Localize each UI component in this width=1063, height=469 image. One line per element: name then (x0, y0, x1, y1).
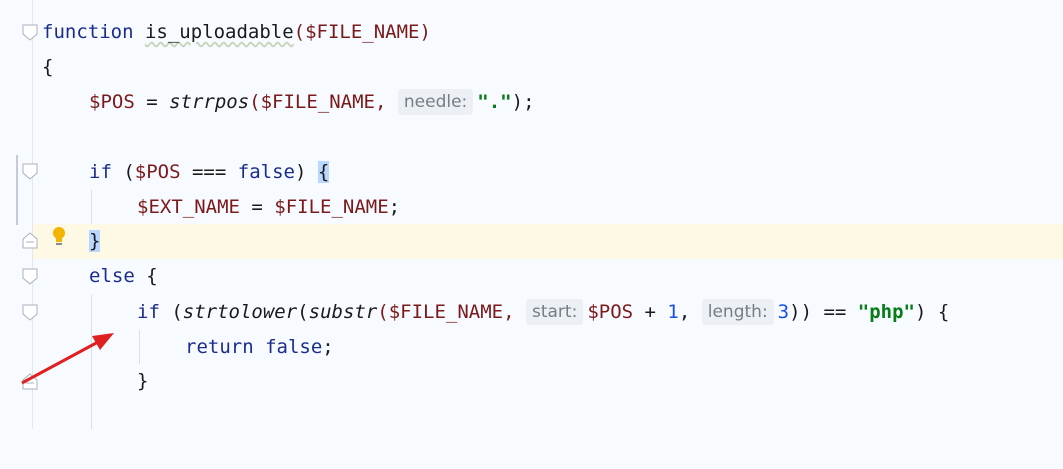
var-pos: $POS (89, 91, 135, 113)
fold-icon[interactable] (22, 163, 38, 180)
arg-file-name: ($FILE_NAME, (377, 301, 526, 323)
indent-guide (91, 190, 92, 224)
string-php: "php" (857, 301, 915, 323)
highlighted-close-brace: } (89, 230, 101, 252)
fold-end-icon[interactable] (22, 231, 38, 249)
keyword-if: if (137, 301, 160, 323)
paren: ( (159, 301, 183, 323)
comparison: )) == (789, 301, 858, 323)
open-brace: { (42, 56, 54, 78)
code-line-2: { (33, 50, 1063, 85)
code-line-9: if (strtolower(substr($FILE_NAME, start:… (33, 295, 1063, 330)
function-name: is_uploadable (144, 21, 294, 43)
arg-file-name: ($FILE_NAME, (249, 91, 398, 113)
param-hint-start: start: (525, 299, 584, 325)
fold-icon[interactable] (22, 24, 38, 41)
code-line-10: return false; (33, 330, 1063, 365)
lightbulb-icon[interactable] (51, 226, 67, 250)
paren: ( (297, 301, 309, 323)
var-ext-name: $EXT_NAME (137, 196, 240, 218)
code-line-11: } (33, 364, 1063, 399)
param: ($FILE_NAME) (293, 21, 431, 43)
assign-op: = (239, 196, 275, 218)
open-brace: ) { (914, 301, 950, 323)
highlighted-open-brace: { (317, 161, 330, 183)
semicolon: ; (388, 196, 401, 218)
code-line-5: if ($POS === false) { (33, 155, 1063, 190)
change-marker (16, 155, 18, 225)
fn-substr: substr (308, 301, 378, 323)
close-brace: } (137, 370, 149, 392)
op-identical: === (180, 161, 238, 183)
close-paren: ); (511, 91, 535, 113)
keyword-else: else (89, 265, 135, 287)
keyword-return: return (185, 336, 254, 358)
comma: , (678, 301, 702, 323)
code-line-6: $EXT_NAME = $FILE_NAME; (33, 190, 1063, 225)
param-hint-length: length: (701, 299, 774, 325)
var-file-name: $FILE_NAME (274, 196, 389, 218)
string-dot: "." (477, 91, 512, 113)
keyword-function: function (42, 21, 145, 43)
code-line-7-current: } (33, 224, 1063, 259)
code-editor[interactable]: function is_uploadable($FILE_NAME) { $PO… (33, 0, 1063, 429)
indent-guide (91, 295, 92, 429)
paren-close: ) (294, 161, 318, 183)
assign-op: = (134, 91, 170, 113)
number-1: 1 (667, 301, 679, 323)
paren: ( (111, 161, 135, 183)
code-line-8: else { (33, 259, 1063, 294)
keyword-if: if (89, 161, 112, 183)
var-pos: $POS (134, 161, 181, 183)
code-line-1: function is_uploadable($FILE_NAME) (33, 15, 1063, 50)
open-brace: { (134, 265, 158, 287)
semicolon: ; (322, 336, 334, 358)
code-line-3: $POS = strrpos($FILE_NAME, needle: "."); (33, 85, 1063, 120)
var-pos: $POS (587, 301, 634, 323)
keyword-false: false (265, 336, 323, 358)
keyword-false: false (237, 161, 295, 183)
number-3: 3 (777, 301, 790, 323)
fold-icon[interactable] (22, 268, 38, 285)
fold-icon[interactable] (22, 304, 38, 321)
param-hint-needle: needle: (397, 89, 474, 115)
fn-strrpos: strrpos (169, 91, 250, 113)
fold-end-icon[interactable] (22, 372, 38, 390)
indent-guide (139, 330, 140, 364)
fn-strtolower: strtolower (182, 301, 298, 323)
plus-op: + (633, 301, 668, 323)
